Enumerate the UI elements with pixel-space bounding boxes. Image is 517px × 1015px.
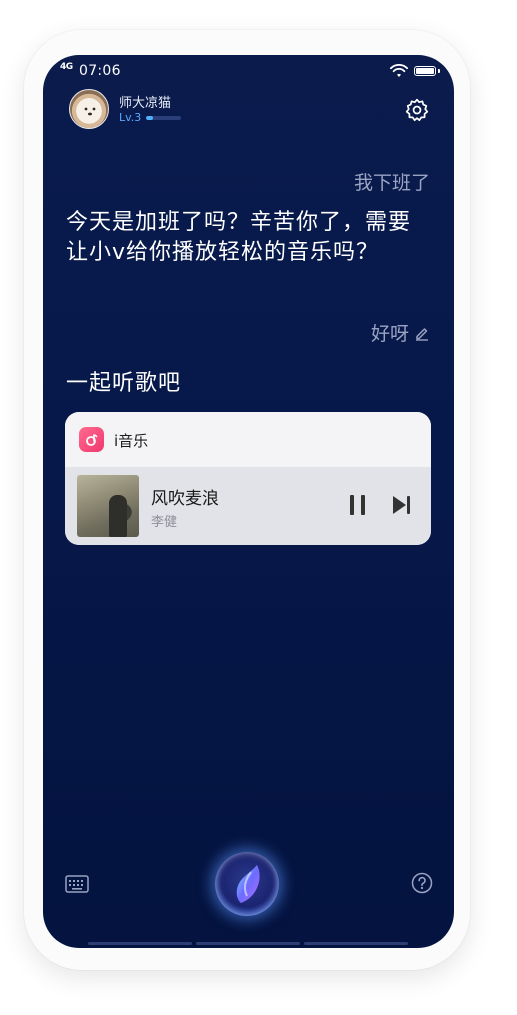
dog-face-icon (84, 107, 96, 116)
assistant-message: 今天是加班了吗？辛苦你了，需要让小v给你播放轻松的音乐吗？ (66, 210, 412, 265)
user-message: 我下班了 (353, 172, 430, 194)
skip-next-icon[interactable] (391, 494, 413, 516)
avatar[interactable] (69, 89, 109, 129)
username: 师大凉猫 (119, 96, 172, 111)
help-icon[interactable] (411, 872, 433, 894)
status-bar: 4G 07:06 (43, 55, 454, 87)
battery-tip (438, 69, 440, 73)
album-cover (77, 475, 139, 537)
voice-orb-icon (236, 865, 260, 903)
song-title: 风吹麦浪 (151, 489, 219, 509)
wifi-icon (390, 64, 408, 77)
music-app-icon (79, 427, 104, 452)
user-message-editable[interactable]: 好呀 (371, 319, 430, 346)
level-progress-bar (146, 116, 181, 120)
music-card[interactable]: i音乐 风吹麦浪 李健 (65, 412, 431, 545)
assistant-message: 一起听歌吧 (66, 371, 182, 396)
nav-segment (196, 942, 300, 945)
music-app-name: i音乐 (114, 432, 149, 450)
user-message: 好呀 (370, 323, 409, 345)
pause-icon[interactable] (347, 492, 369, 518)
bottom-nav-indicator (88, 942, 408, 948)
music-note-icon (85, 433, 97, 446)
voice-assistant-button[interactable] (215, 852, 279, 916)
album-figure (109, 495, 127, 537)
assistant-screen: 4G 07:06 师大凉猫 Lv.3 我下班了 今天是加班了吗？辛苦你了，需要让… (43, 55, 454, 948)
signal-indicator: 4G (60, 62, 73, 72)
music-card-header[interactable]: i音乐 (65, 412, 431, 467)
now-playing[interactable]: 风吹麦浪 李健 (65, 467, 431, 545)
keyboard-icon[interactable] (65, 875, 89, 893)
user-level: Lv.3 (119, 111, 142, 124)
battery-icon (414, 66, 436, 76)
song-artist: 李健 (151, 515, 178, 530)
level-progress-fill (146, 116, 153, 120)
pencil-icon[interactable] (414, 325, 430, 341)
gear-icon[interactable] (404, 97, 430, 123)
nav-segment (304, 942, 408, 945)
status-time: 07:06 (79, 63, 121, 79)
nav-segment (88, 942, 192, 945)
